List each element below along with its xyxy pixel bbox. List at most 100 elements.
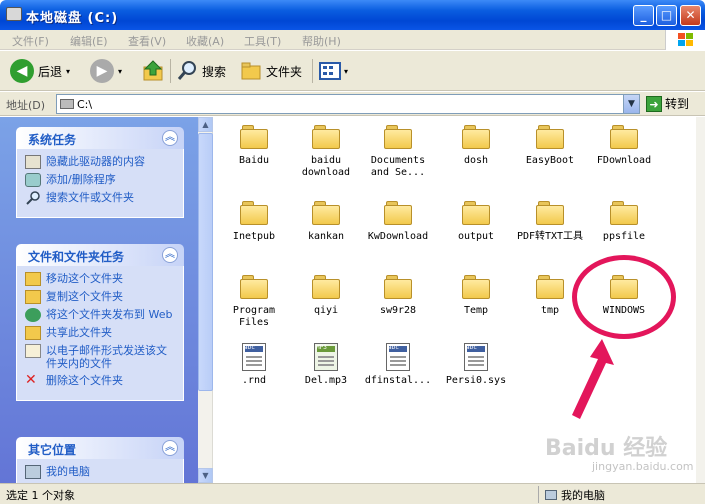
menu-view[interactable]: 查看(V) bbox=[128, 33, 166, 49]
item-label: output bbox=[457, 231, 495, 242]
item-label: EasyBoot bbox=[525, 155, 575, 166]
task-email-files[interactable]: 以电子邮件形式发送该文件夹内的文件 bbox=[25, 344, 177, 370]
file-icon: abc bbox=[386, 343, 410, 371]
task-publish-web[interactable]: 将这个文件夹发布到 Web bbox=[25, 308, 177, 322]
status-selection: 选定 1 个对象 bbox=[6, 489, 75, 502]
folders-icon bbox=[241, 62, 261, 80]
folder-icon bbox=[462, 201, 490, 225]
file-item[interactable]: MP3 Del.mp3 bbox=[290, 343, 362, 387]
collapse-icon[interactable]: ︽ bbox=[162, 440, 178, 456]
folder-item[interactable]: Documents and Se... bbox=[362, 125, 434, 179]
folder-icon bbox=[462, 125, 490, 149]
watermark-brand: Baidu 经验 bbox=[545, 436, 668, 461]
file-item[interactable]: abc Persi0.sys bbox=[440, 343, 512, 387]
go-arrow-icon: ➜ bbox=[646, 95, 662, 112]
panel-header[interactable]: 其它位置 ︽ bbox=[16, 437, 184, 459]
place-my-computer[interactable]: 我的电脑 bbox=[25, 465, 177, 479]
title-bar: 本地磁盘 (C:) _ □ ✕ bbox=[0, 0, 705, 30]
forward-arrow-icon: ▶ bbox=[90, 59, 114, 83]
scroll-thumb[interactable] bbox=[198, 133, 213, 391]
go-button[interactable]: ➜ 转到 bbox=[646, 95, 689, 112]
scroll-down-icon[interactable]: ▼ bbox=[198, 468, 213, 483]
panel-header[interactable]: 系统任务 ︽ bbox=[16, 127, 184, 149]
item-label: dosh bbox=[463, 155, 489, 166]
up-folder-button[interactable] bbox=[142, 57, 166, 85]
item-label: ppsfile bbox=[602, 231, 646, 242]
scroll-up-icon[interactable]: ▲ bbox=[198, 117, 213, 132]
task-search-files[interactable]: 搜索文件或文件夹 bbox=[25, 191, 177, 205]
folder-item[interactable]: baidu download bbox=[290, 125, 362, 179]
views-icon bbox=[319, 62, 341, 80]
panel-header[interactable]: 文件和文件夹任务 ︽ bbox=[16, 244, 184, 266]
folder-item[interactable]: qiyi bbox=[290, 275, 362, 317]
email-icon bbox=[25, 344, 41, 358]
panel-title: 文件和文件夹任务 bbox=[28, 250, 125, 264]
folder-icon bbox=[536, 125, 564, 149]
collapse-icon[interactable]: ︽ bbox=[162, 247, 178, 263]
mp3-file-icon: MP3 bbox=[314, 343, 338, 371]
folder-item[interactable]: Baidu bbox=[218, 125, 290, 167]
folder-item[interactable]: sw9r28 bbox=[362, 275, 434, 317]
maximize-button[interactable]: □ bbox=[656, 5, 677, 26]
folder-item[interactable]: output bbox=[440, 201, 512, 243]
menu-file[interactable]: 文件(F) bbox=[12, 33, 49, 49]
menu-favorites[interactable]: 收藏(A) bbox=[186, 33, 224, 49]
forward-button[interactable]: ▶ ▾ bbox=[90, 57, 122, 85]
close-button[interactable]: ✕ bbox=[680, 5, 701, 26]
menu-edit[interactable]: 编辑(E) bbox=[70, 33, 108, 49]
menu-tools[interactable]: 工具(T) bbox=[244, 33, 281, 49]
chevron-down-icon: ▾ bbox=[66, 66, 71, 76]
task-hide-drive-contents[interactable]: 隐藏此驱动器的内容 bbox=[25, 155, 177, 169]
folder-item[interactable]: Temp bbox=[440, 275, 512, 317]
folder-item[interactable]: Inetpub bbox=[218, 201, 290, 243]
folder-item[interactable]: FDownload bbox=[588, 125, 660, 167]
folder-item[interactable]: ppsfile bbox=[588, 201, 660, 243]
drive-icon bbox=[6, 7, 22, 21]
folder-item[interactable]: EasyBoot bbox=[514, 125, 586, 167]
address-bar: 地址(D) C:\ ▼ ➜ 转到 bbox=[0, 92, 705, 116]
address-input[interactable]: C:\ ▼ bbox=[56, 94, 640, 114]
minimize-button[interactable]: _ bbox=[633, 5, 654, 26]
back-arrow-icon: ◀ bbox=[10, 59, 34, 83]
item-label: Temp bbox=[463, 305, 489, 316]
menu-help[interactable]: 帮助(H) bbox=[302, 33, 341, 49]
item-label: Documents and Se... bbox=[370, 155, 426, 178]
views-button[interactable]: ▾ bbox=[318, 57, 348, 85]
folder-icon bbox=[536, 201, 564, 225]
task-add-remove-programs[interactable]: 添加/删除程序 bbox=[25, 173, 177, 187]
folder-item[interactable]: PDF转TXT工具 bbox=[514, 201, 586, 243]
window-title: 本地磁盘 (C:) bbox=[26, 11, 119, 26]
folder-item[interactable]: kankan bbox=[290, 201, 362, 243]
panel-title: 其它位置 bbox=[28, 443, 77, 457]
file-item[interactable]: abc .rnd bbox=[218, 343, 290, 387]
vertical-scrollbar[interactable]: ▲ ▼ bbox=[198, 117, 213, 483]
address-dropdown-button[interactable]: ▼ bbox=[623, 95, 639, 113]
panel-file-folder-tasks: 文件和文件夹任务 ︽ 移动这个文件夹 复制这个文件夹 将这个文件夹发布到 Web… bbox=[16, 244, 184, 401]
menu-bar: 文件(F) 编辑(E) 查看(V) 收藏(A) 工具(T) 帮助(H) bbox=[0, 30, 705, 50]
search-button[interactable]: 搜索 bbox=[176, 57, 226, 85]
item-label: Persi0.sys bbox=[445, 375, 507, 386]
up-folder-icon bbox=[143, 60, 163, 81]
drive-icon bbox=[25, 155, 41, 169]
collapse-icon[interactable]: ︽ bbox=[162, 130, 178, 146]
panel-other-places: 其它位置 ︽ 我的电脑 bbox=[16, 437, 184, 483]
folders-button[interactable]: 文件夹 bbox=[240, 57, 302, 85]
item-label: baidu download bbox=[301, 155, 351, 178]
status-divider bbox=[538, 486, 539, 503]
chevron-down-icon: ▾ bbox=[344, 66, 349, 76]
task-move-folder[interactable]: 移动这个文件夹 bbox=[25, 272, 177, 286]
folder-item[interactable]: KwDownload bbox=[362, 201, 434, 243]
folder-icon bbox=[240, 275, 268, 299]
folder-icon bbox=[536, 275, 564, 299]
share-folder-icon bbox=[25, 326, 41, 340]
task-copy-folder[interactable]: 复制这个文件夹 bbox=[25, 290, 177, 304]
folder-item[interactable]: dosh bbox=[440, 125, 512, 167]
folder-item[interactable]: Program Files bbox=[218, 275, 290, 329]
panel-body: 我的电脑 bbox=[16, 459, 184, 483]
task-delete-folder[interactable]: ✕ 删除这个文件夹 bbox=[25, 373, 177, 388]
task-share-folder[interactable]: 共享此文件夹 bbox=[25, 326, 177, 340]
back-button[interactable]: ◀ 后退 ▾ bbox=[10, 57, 70, 85]
status-bar: 选定 1 个对象 我的电脑 bbox=[0, 483, 705, 504]
highlight-circle bbox=[572, 255, 676, 339]
file-item[interactable]: abc dfinstal... bbox=[362, 343, 434, 387]
